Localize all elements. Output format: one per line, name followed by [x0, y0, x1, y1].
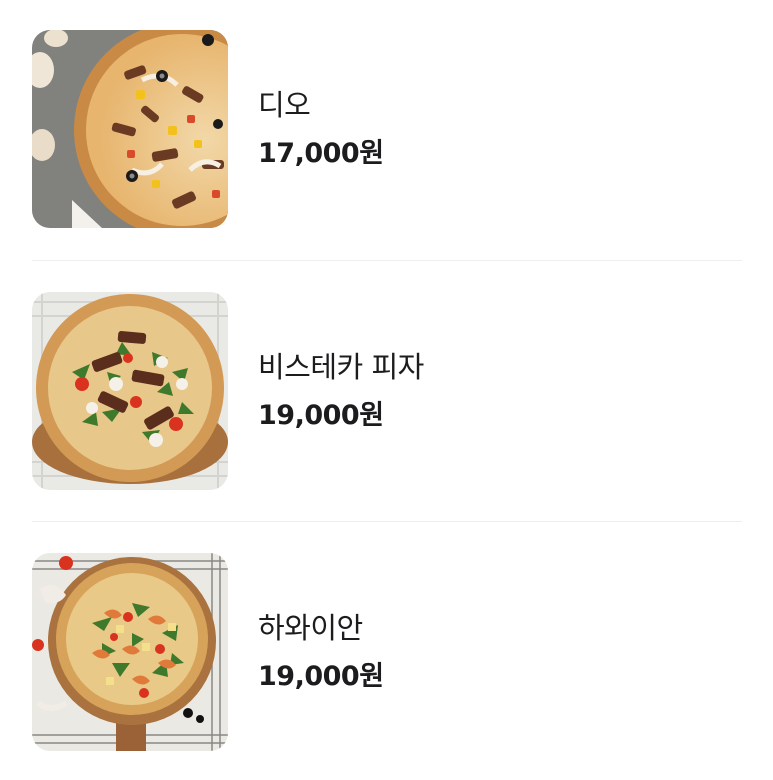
menu-item-price: 19,000원 [258, 661, 384, 692]
menu-list: 디오 17,000원 비스테카 피자 19,000원 하와이안 19,000원 [0, 0, 773, 780]
pizza-bistecca-photo [32, 292, 228, 490]
menu-item-name: 하와이안 [258, 611, 363, 645]
menu-item-bistecca-pizza[interactable]: 비스테카 피자 19,000원 [32, 292, 742, 490]
divider [32, 260, 742, 261]
menu-item-price: 17,000원 [258, 138, 384, 169]
divider [32, 521, 742, 522]
menu-item-name: 디오 [258, 88, 311, 122]
menu-item-price: 19,000원 [258, 400, 384, 431]
pizza-hawaiian-photo [32, 553, 228, 751]
menu-item-hawaiian[interactable]: 하와이안 19,000원 [32, 553, 742, 751]
menu-item-name: 비스테카 피자 [258, 350, 424, 384]
pizza-dio-photo [32, 30, 228, 228]
menu-item-dio[interactable]: 디오 17,000원 [32, 30, 742, 228]
